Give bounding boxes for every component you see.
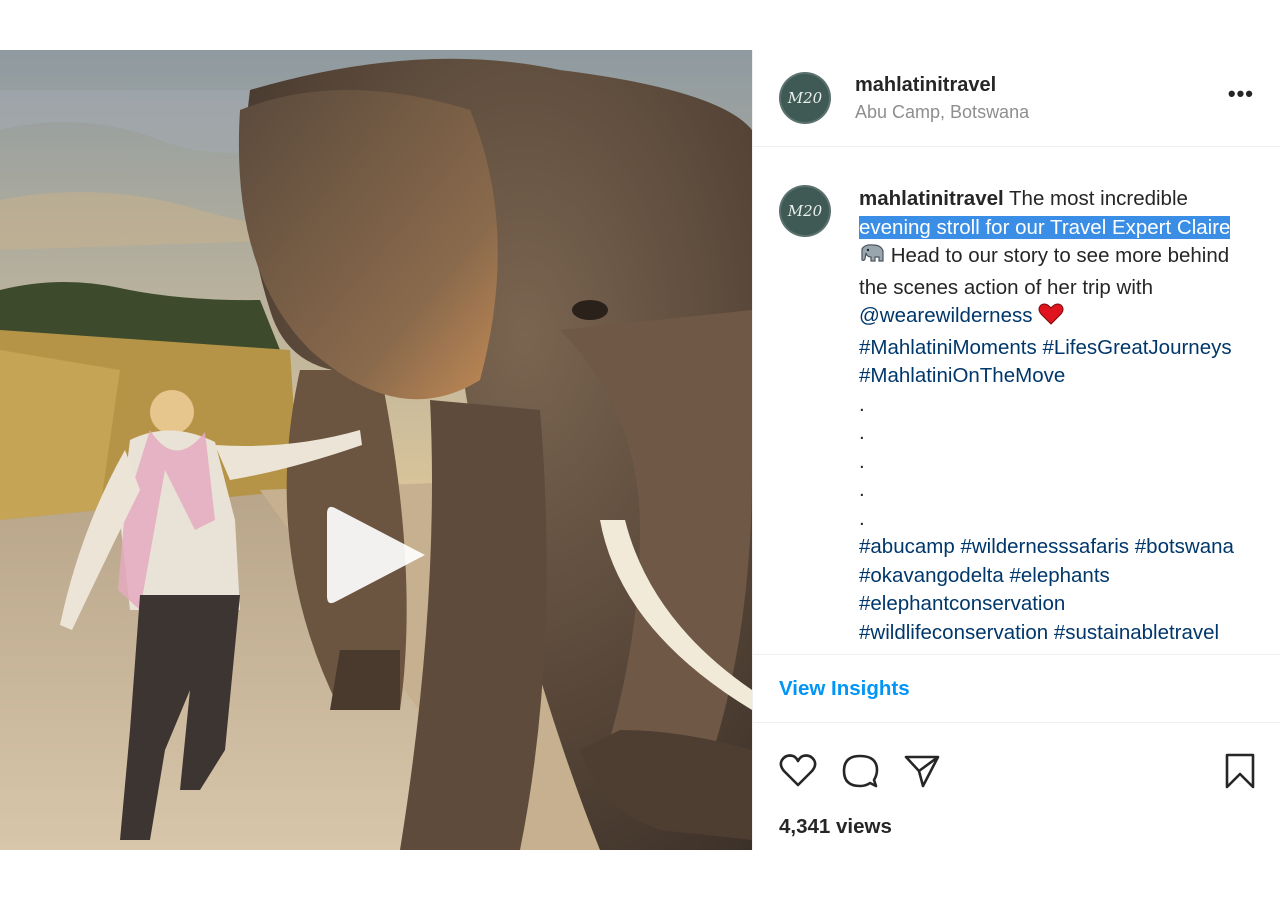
play-button[interactable] [325,500,435,610]
post-dialog: M20 mahlatinitravel Abu Camp, Botswana •… [0,50,1280,850]
video-frame [0,50,752,850]
caption-dot: . [859,421,865,444]
avatar-logo-text: M20 [787,202,823,220]
caption-username-link[interactable]: mahlatinitravel [859,187,1004,210]
bookmark-icon [1225,753,1255,789]
play-icon [327,506,425,604]
caption-dot: . [859,449,865,473]
header-text: mahlatinitravel Abu Camp, Botswana [855,74,1029,123]
caption-dot: . [859,506,865,530]
view-count[interactable]: 4,341 views [753,815,1280,839]
caption-avatar[interactable]: M20 [779,185,831,237]
action-bar [753,723,1280,807]
more-options-icon: ••• [1227,81,1254,106]
caption-body: Head to our story to see more behind the… [859,244,1230,299]
hashtag-link[interactable]: #botswana [1135,535,1234,558]
caption-intro: The most incredible [1003,187,1188,210]
hashtag-link[interactable]: #elephantconservation [859,592,1065,615]
hashtag-link[interactable]: #okavangodelta [859,564,1004,587]
hashtag-link[interactable]: #abucamp [859,535,955,558]
hashtag-link[interactable]: #MahlatiniMoments [859,336,1037,359]
view-insights-link[interactable]: View Insights [779,677,910,701]
caption-selected-text: evening stroll for our Travel Expert Cla… [859,215,1231,239]
like-button[interactable] [779,754,817,788]
hashtag-link[interactable]: #wildernesssafaris [960,535,1129,558]
insights-row: View Insights [753,655,1280,723]
mention-link[interactable]: @wearewilderness [859,304,1033,327]
elephant-emoji [859,243,885,274]
save-button[interactable] [1224,752,1256,790]
caption-dot: . [859,478,865,501]
paper-plane-icon [904,755,940,788]
hashtag-link[interactable]: #sustainabletravel [1054,621,1219,644]
caption-text: mahlatinitravel The most incredible even… [859,185,1260,654]
hashtag-link[interactable]: #LifesGreatJourneys [1042,336,1231,359]
avatar[interactable]: M20 [779,72,831,124]
more-options-button[interactable]: ••• [1228,81,1254,115]
username-link[interactable]: mahlatinitravel [855,74,1029,97]
heart-icon [779,754,817,787]
post-header: M20 mahlatinitravel Abu Camp, Botswana •… [753,50,1280,147]
caption-dot: . [859,392,865,416]
post-sidebar: M20 mahlatinitravel Abu Camp, Botswana •… [752,50,1280,850]
video-player[interactable] [0,50,752,850]
comment-icon [842,754,879,788]
hashtag-link[interactable]: #wildlifeconservation [859,621,1048,644]
share-button[interactable] [903,753,941,789]
hashtag-link[interactable]: #elephants [1009,564,1109,587]
red-heart-emoji [1038,303,1064,334]
location-link[interactable]: Abu Camp, Botswana [855,102,1029,123]
caption-area: M20 mahlatinitravel The most incredible … [753,147,1280,655]
avatar-logo-text: M20 [787,89,823,107]
hashtag-link[interactable]: #MahlatiniOnTheMove [859,364,1065,387]
comment-button[interactable] [841,752,879,790]
